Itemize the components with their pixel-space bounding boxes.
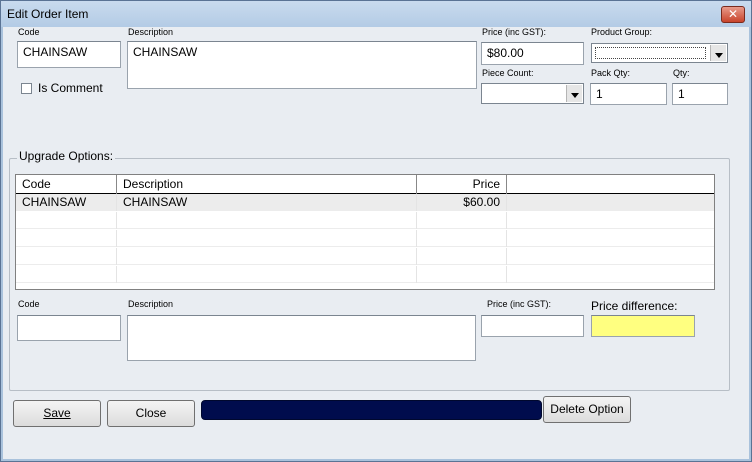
qty-label: Qty:: [673, 68, 690, 78]
is-comment-checkbox[interactable]: [21, 83, 32, 94]
description-field[interactable]: CHAINSAW: [127, 41, 477, 89]
is-comment-label: Is Comment: [38, 81, 103, 95]
row-cell: [117, 248, 417, 265]
row-cell: [117, 212, 417, 229]
piece-count-select[interactable]: [481, 83, 584, 104]
upgrade-options-grid[interactable]: Code Description Price CHAINSAW CHAINSAW…: [15, 174, 715, 290]
upgrade-options-title: Upgrade Options:: [17, 149, 116, 163]
row-cell: [16, 266, 117, 283]
new-description-field[interactable]: [127, 315, 476, 361]
close-window-icon[interactable]: ✕: [721, 6, 745, 23]
row-cell: [117, 266, 417, 283]
window-title: Edit Order Item: [7, 7, 89, 21]
column-header-description[interactable]: Description: [117, 175, 417, 194]
product-group-label: Product Group:: [591, 27, 653, 37]
price-difference-field: [591, 315, 695, 337]
table-row-empty[interactable]: [16, 212, 714, 229]
new-price-label: Price (inc GST):: [487, 299, 552, 309]
chevron-down-icon[interactable]: [710, 45, 726, 61]
new-code-label: Code: [18, 299, 40, 309]
row-cell: [417, 230, 507, 247]
row-cell: [16, 230, 117, 247]
new-description-label: Description: [128, 299, 174, 309]
row-cell: [417, 266, 507, 283]
new-price-field[interactable]: [481, 315, 584, 337]
code-label: Code: [18, 27, 40, 37]
qty-field[interactable]: 1: [672, 83, 728, 105]
close-button-label: Close: [135, 406, 167, 420]
code-field[interactable]: CHAINSAW: [17, 41, 121, 68]
title-bar[interactable]: Edit Order Item ✕: [1, 1, 751, 27]
row-description: CHAINSAW: [117, 194, 417, 211]
new-code-field[interactable]: [17, 315, 121, 341]
pack-qty-label: Pack Qty:: [591, 68, 631, 78]
row-cell: [16, 248, 117, 265]
save-button-label: Save: [43, 406, 71, 420]
price-difference-label: Price difference:: [591, 299, 678, 313]
price-label: Price (inc GST):: [482, 27, 547, 37]
row-cell: [417, 212, 507, 229]
grid-header: Code Description Price: [16, 175, 714, 194]
row-price: $60.00: [417, 194, 507, 211]
table-row[interactable]: CHAINSAW CHAINSAW $60.00: [16, 194, 714, 211]
table-row-empty[interactable]: [16, 248, 714, 265]
edit-order-item-window: Edit Order Item ✕ Code CHAINSAW Descript…: [0, 0, 752, 462]
product-group-focus: [595, 47, 706, 59]
chevron-down-icon[interactable]: [566, 85, 582, 102]
product-group-select[interactable]: [591, 43, 728, 63]
dialog-body: Code CHAINSAW Description CHAINSAW Is Co…: [3, 27, 749, 459]
delete-option-button[interactable]: Delete Option: [543, 396, 631, 423]
column-header-code[interactable]: Code: [16, 175, 117, 194]
delete-option-button-label: Delete Option: [550, 402, 624, 416]
price-field[interactable]: $80.00: [481, 42, 584, 65]
row-code: CHAINSAW: [16, 194, 117, 211]
row-cell: [16, 212, 117, 229]
column-header-price[interactable]: Price: [417, 175, 507, 194]
piece-count-label: Piece Count:: [482, 68, 534, 78]
progress-bar: [201, 400, 542, 420]
pack-qty-field[interactable]: 1: [590, 83, 667, 105]
save-button[interactable]: Save: [13, 400, 101, 427]
table-row-empty[interactable]: [16, 266, 714, 283]
row-cell: [117, 230, 417, 247]
row-cell: [417, 248, 507, 265]
close-button[interactable]: Close: [107, 400, 195, 427]
description-label: Description: [128, 27, 174, 37]
table-row-empty[interactable]: [16, 230, 714, 247]
